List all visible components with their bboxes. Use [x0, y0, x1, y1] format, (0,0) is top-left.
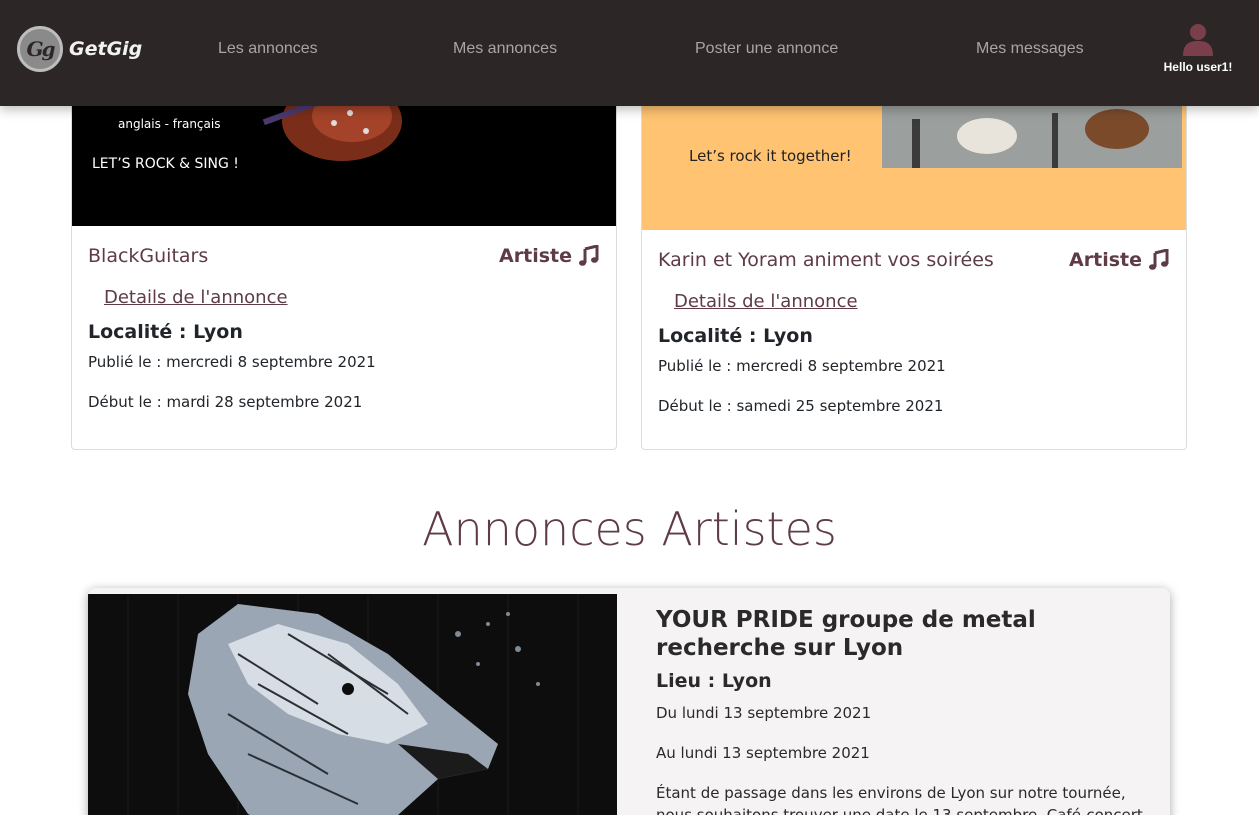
- brand-home-link[interactable]: Gg GetGig: [17, 26, 142, 72]
- wolf-artwork: [88, 594, 617, 815]
- brand-logo: Gg: [17, 26, 63, 72]
- card-published-date: Publié le : mercredi 8 septembre 2021: [88, 353, 376, 371]
- artist-ad-title[interactable]: YOUR PRIDE groupe de metal recherche sur…: [656, 606, 1156, 662]
- card-category-badge: Artiste: [1069, 249, 1170, 271]
- artist-announcement-card[interactable]: YOUR PRIDE groupe de metal recherche sur…: [88, 588, 1170, 815]
- badge-label: Artiste: [499, 245, 572, 267]
- card-location: Localité : Lyon: [658, 325, 813, 347]
- music-note-icon: [579, 245, 599, 266]
- section-title: Annonces Artistes: [422, 502, 837, 556]
- artist-ad-location: Lieu : Lyon: [656, 670, 772, 692]
- music-note-icon: [1149, 249, 1169, 270]
- user-avatar-icon: [1183, 24, 1213, 56]
- nav-link-poster-annonce[interactable]: Poster une annonce: [695, 40, 838, 58]
- brand-name: GetGig: [69, 38, 143, 60]
- artist-ad-description: Étant de passage dans les environs de Ly…: [656, 784, 1143, 815]
- artist-image: [88, 594, 617, 815]
- image-caption: LET’S ROCK & SING !: [92, 156, 239, 172]
- card-title: Karin et Yoram animent vos soirées: [658, 249, 994, 271]
- card-start-date: Début le : samedi 25 septembre 2021: [658, 397, 944, 415]
- card-category-badge: Artiste: [499, 245, 600, 267]
- card-published-date: Publié le : mercredi 8 septembre 2021: [658, 357, 946, 375]
- badge-label: Artiste: [1069, 249, 1142, 271]
- nav-link-mes-annonces[interactable]: Mes annonces: [453, 40, 557, 58]
- image-caption: anglais - français: [118, 117, 221, 131]
- artist-ad-start-date: Du lundi 13 septembre 2021: [656, 704, 872, 722]
- nav-link-mes-messages[interactable]: Mes messages: [976, 40, 1084, 58]
- details-link[interactable]: Details de l'annonce: [674, 291, 858, 312]
- card-location: Localité : Lyon: [88, 321, 243, 343]
- user-greeting: Hello user1!: [1163, 60, 1233, 74]
- card-start-date: Début le : mardi 28 septembre 2021: [88, 393, 363, 411]
- nav-link-les-annonces[interactable]: Les annonces: [218, 40, 318, 58]
- user-menu[interactable]: Hello user1!: [1160, 22, 1236, 74]
- navbar: Gg GetGig Les annonces Mes annonces Post…: [0, 0, 1259, 106]
- image-caption: Let’s rock it together!: [689, 147, 852, 165]
- artist-ad-end-date: Au lundi 13 septembre 2021: [656, 744, 870, 762]
- details-link[interactable]: Details de l'annonce: [104, 287, 288, 308]
- card-title: BlackGuitars: [88, 245, 209, 267]
